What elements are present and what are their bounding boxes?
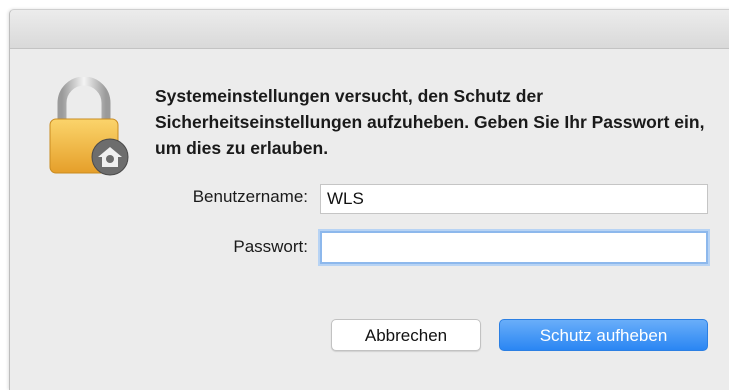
dialog-titlebar bbox=[10, 10, 729, 49]
username-field[interactable] bbox=[320, 184, 708, 214]
dialog-message: Systemeinstellungen versucht, den Schutz… bbox=[155, 86, 705, 158]
cancel-button[interactable]: Abbrechen bbox=[331, 319, 481, 351]
password-label: Passwort: bbox=[233, 237, 308, 256]
password-field[interactable] bbox=[320, 231, 708, 264]
username-label: Benutzername: bbox=[192, 187, 308, 206]
unlock-button[interactable]: Schutz aufheben bbox=[499, 319, 708, 351]
lock-with-gear-icon bbox=[49, 77, 129, 176]
